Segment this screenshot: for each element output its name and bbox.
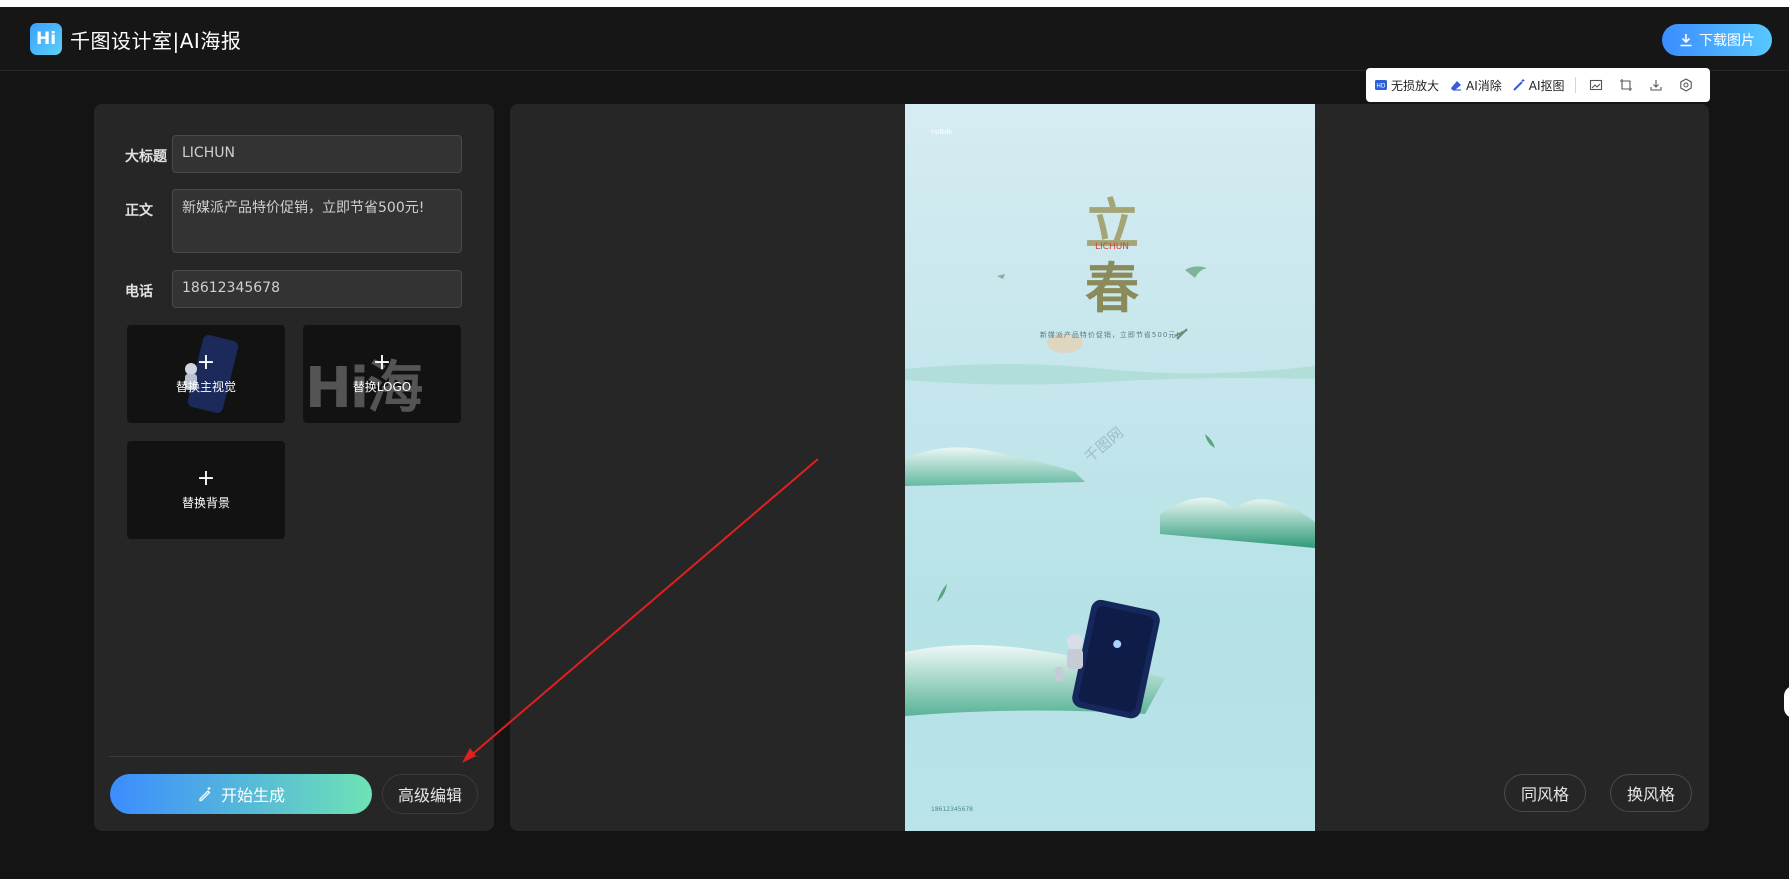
image-toolbar: HD 无损放大 AI消除 AI抠图 xyxy=(1366,68,1710,102)
download-icon xyxy=(1680,34,1692,47)
image-edit-icon[interactable] xyxy=(1586,75,1606,95)
download-image-button[interactable]: 下载图片 xyxy=(1662,24,1772,56)
poster-char-chun: 春 xyxy=(1085,256,1139,320)
start-generate-label: 开始生成 xyxy=(220,786,285,805)
settings-icon[interactable] xyxy=(1676,75,1696,95)
preview-canvas: rsiBdk 立 LICHUN 春 新媒派产品特价促销，立即节省500元! 千图… xyxy=(510,104,1709,831)
save-icon[interactable] xyxy=(1646,75,1666,95)
ai-cutout-label: AI抠图 xyxy=(1528,78,1565,93)
ai-erase-label: AI消除 xyxy=(1466,78,1502,93)
poster-body-text: 新媒派产品特价促销，立即节省500元! xyxy=(1039,331,1181,339)
ai-erase-tool[interactable]: AI消除 xyxy=(1449,77,1502,94)
phone-astronaut-thumbnail xyxy=(185,335,239,413)
plus-icon: + xyxy=(196,466,216,491)
replace-background-label: 替换背景 xyxy=(181,496,230,510)
download-label: 下载图片 xyxy=(1699,33,1755,49)
toolbar-divider xyxy=(1574,77,1576,93)
svg-text:HD: HD xyxy=(1376,83,1386,90)
replace-background-tile[interactable]: + 替换背景 xyxy=(127,441,285,539)
body-textarea[interactable]: 新媒派产品特价促销，立即节省500元! xyxy=(172,189,462,253)
replace-main-visual-label: 替换主视觉 xyxy=(175,380,236,394)
app-title: 千图设计室|AI海报 xyxy=(70,28,242,53)
title-label: 大标题 xyxy=(125,149,167,165)
phone-input[interactable]: 18612345678 xyxy=(172,270,462,308)
same-style-button[interactable]: 同风格 xyxy=(1504,774,1586,812)
side-scroll-handle[interactable] xyxy=(1784,686,1789,718)
change-style-button[interactable]: 换风格 xyxy=(1610,774,1692,812)
magic-wand-icon xyxy=(1513,79,1525,91)
top-strip xyxy=(0,0,1789,7)
hd-icon: HD xyxy=(1375,80,1387,90)
start-generate-button[interactable]: 开始生成 xyxy=(110,774,372,814)
magic-pen-icon xyxy=(199,787,211,802)
upscale-label: 无损放大 xyxy=(1391,78,1440,93)
replace-logo-tile[interactable]: Hi海报 + 替换LOGO xyxy=(303,325,461,423)
plus-icon: + xyxy=(196,350,216,375)
poster-preview[interactable]: rsiBdk 立 LICHUN 春 新媒派产品特价促销，立即节省500元! 千图… xyxy=(905,104,1315,831)
edit-panel: 大标题 LICHUN 正文 新媒派产品特价促销，立即节省500元! 电话 186… xyxy=(94,104,494,831)
ai-cutout-tool[interactable]: AI抠图 xyxy=(1512,77,1565,94)
poster-top-text: rsiBdk xyxy=(931,128,953,136)
crop-icon[interactable] xyxy=(1616,75,1636,95)
replace-main-visual-tile[interactable]: + 替换主视觉 xyxy=(127,325,285,423)
app-logo[interactable]: Hi 千图设计室|AI海报 xyxy=(30,23,241,55)
app-header: Hi 千图设计室|AI海报 下载图片 xyxy=(0,7,1789,71)
title-input[interactable]: LICHUN xyxy=(172,135,462,173)
advanced-edit-button[interactable]: 高级编辑 xyxy=(382,774,478,814)
plus-icon: + xyxy=(372,350,392,375)
replace-logo-label: 替换LOGO xyxy=(352,380,412,394)
eraser-icon xyxy=(1451,81,1462,91)
body-label: 正文 xyxy=(125,203,153,219)
upscale-tool[interactable]: HD 无损放大 xyxy=(1374,77,1439,94)
panel-divider xyxy=(109,756,479,757)
phone-label: 电话 xyxy=(125,284,153,300)
poster-phone: 18612345678 xyxy=(931,806,973,813)
logo-icon: Hi xyxy=(30,23,62,55)
